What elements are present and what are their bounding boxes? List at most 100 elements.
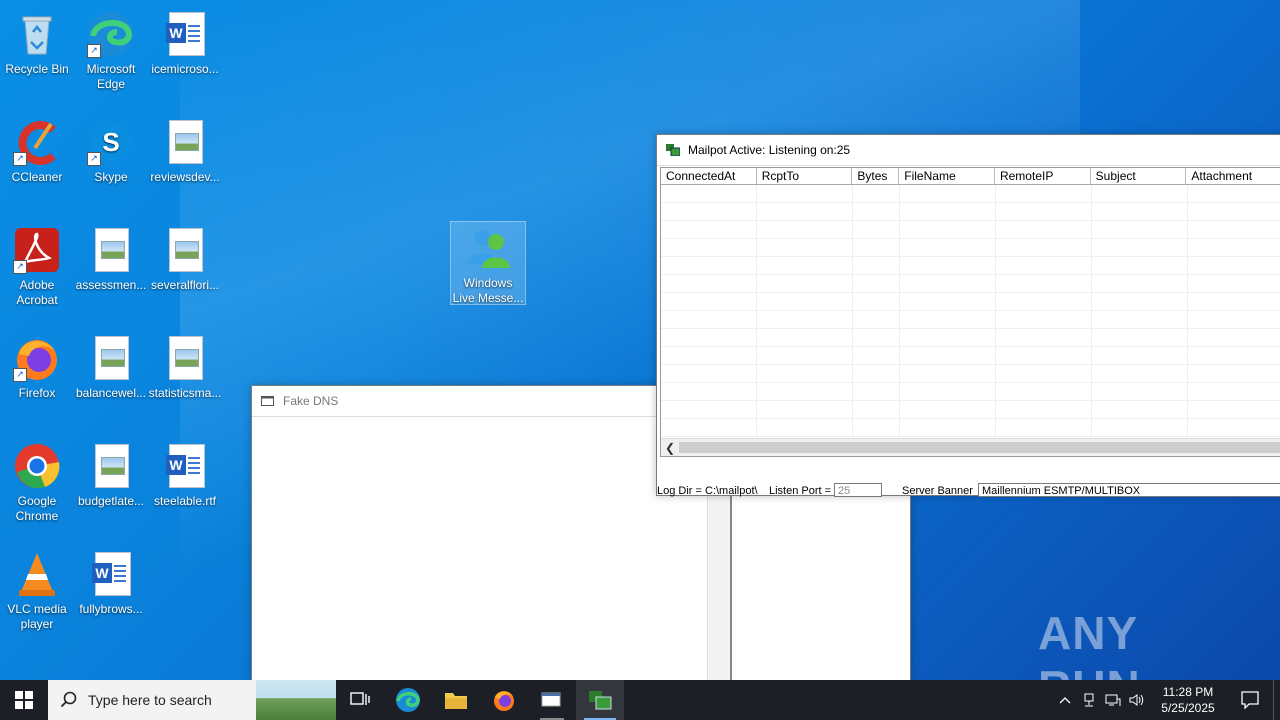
server-banner-label: Server Banner <box>902 485 973 497</box>
desktop-icon-vlc-media-player[interactable]: VLC media player <box>0 544 74 632</box>
fake-dns-divider <box>730 494 732 681</box>
shortcut-arrow-icon: ↗ <box>13 260 27 274</box>
firefox-icon <box>494 691 514 711</box>
desktop-icon-budgetlate[interactable]: budgetlate... <box>74 436 148 509</box>
image-file-icon <box>87 442 135 490</box>
icon-label: Microsoft Edge <box>86 62 136 91</box>
desktop-icon-severalflori[interactable]: severalflori... <box>148 220 222 293</box>
list-header: ConnectedAt RcptTo Bytes FileName Remote… <box>661 168 1280 185</box>
desktop-icon-steelable-rtf[interactable]: W steelable.rtf <box>148 436 222 509</box>
word-document-icon: W <box>161 442 209 490</box>
clock-date: 5/25/2025 <box>1161 701 1215 715</box>
shortcut-arrow-icon: ↗ <box>87 44 101 58</box>
image-file-icon <box>87 226 135 274</box>
listen-port-label: Listen Port = <box>769 485 832 497</box>
desktop-icon-fullybrows[interactable]: W fullybrows... <box>74 544 148 617</box>
acrobat-icon: ↗ <box>13 226 61 274</box>
taskbar-edge-button[interactable] <box>384 680 432 720</box>
fake-dns-scrollbar[interactable] <box>707 494 730 681</box>
icon-label: balancewel... <box>75 386 147 400</box>
scrollbar-thumb[interactable] <box>679 442 1280 453</box>
icon-label: reviewsdev... <box>150 170 220 184</box>
scroll-left-arrow-icon[interactable]: ❮ <box>665 441 675 455</box>
listen-port-input[interactable]: 25 <box>834 483 882 497</box>
mailpot-titlebar[interactable]: Mailpot Active: Listening on:25 <box>657 135 1280 166</box>
icon-label: statisticsma... <box>148 386 222 400</box>
search-highlight-image <box>256 680 336 720</box>
shortcut-arrow-icon: ↗ <box>13 368 27 382</box>
windows-logo-icon <box>15 691 33 709</box>
column-header-filename[interactable]: FileName <box>899 168 995 184</box>
shortcut-arrow-icon: ↗ <box>13 152 27 166</box>
desktop-icon-ccleaner[interactable]: ↗ CCleaner <box>0 112 74 185</box>
window-app-icon <box>261 396 274 406</box>
clock-time: 11:28 PM <box>1162 685 1214 699</box>
taskbar-file-explorer-button[interactable] <box>432 680 480 720</box>
edge-icon: ↗ <box>87 10 135 58</box>
image-file-icon <box>161 334 209 382</box>
icon-label: Skype <box>94 170 128 184</box>
window-app-icon <box>541 692 561 707</box>
show-hidden-icons-chevron-up-icon[interactable] <box>1053 680 1077 720</box>
column-header-connectedat[interactable]: ConnectedAt <box>661 168 757 184</box>
desktop-icon-icemicroso[interactable]: W icemicroso... <box>148 4 222 77</box>
horizontal-scrollbar[interactable]: ❮ <box>661 438 1280 456</box>
server-banner-input[interactable]: Maillennium ESMTP/MULTIBOX <box>978 483 1280 497</box>
column-header-remoteip[interactable]: RemoteIP <box>995 168 1091 184</box>
desktop-icon-reviewsdev[interactable]: reviewsdev... <box>148 112 222 185</box>
taskbar-mailpot-button[interactable] <box>576 680 624 720</box>
taskbar-fake-dns-button[interactable] <box>528 680 576 720</box>
icon-label: Firefox <box>18 386 56 400</box>
image-file-icon <box>161 226 209 274</box>
column-header-bytes[interactable]: Bytes <box>852 168 900 184</box>
messenger-icon <box>464 224 512 272</box>
icon-label: VLC media player <box>7 602 67 631</box>
taskbar-search-box[interactable]: Type here to search <box>48 680 336 720</box>
desktop-icon-balancewel[interactable]: balancewel... <box>74 328 148 401</box>
column-header-attachment[interactable]: Attachment <box>1186 168 1280 184</box>
show-desktop-button[interactable] <box>1273 680 1280 720</box>
icon-label: Adobe Acrobat <box>16 278 58 307</box>
start-button[interactable] <box>0 680 48 720</box>
column-header-rcptto[interactable]: RcptTo <box>757 168 853 184</box>
column-header-subject[interactable]: Subject <box>1091 168 1187 184</box>
mailpot-window[interactable]: Mailpot Active: Listening on:25 Connecte… <box>656 134 1280 497</box>
network-adapter-icon[interactable] <box>1077 680 1101 720</box>
desktop-icon-google-chrome[interactable]: Google Chrome <box>0 436 74 524</box>
network-icon[interactable] <box>1101 680 1125 720</box>
shortcut-arrow-icon: ↗ <box>87 152 101 166</box>
desktop-icon-recycle-bin[interactable]: Recycle Bin <box>0 4 74 77</box>
icon-label: severalflori... <box>150 278 220 292</box>
desktop-icon-windows-live-messenger[interactable]: Windows Live Messe... <box>450 221 526 305</box>
folder-icon <box>445 693 467 709</box>
icon-label: Recycle Bin <box>5 62 69 76</box>
mail-list-view[interactable]: ConnectedAt RcptTo Bytes FileName Remote… <box>660 167 1280 457</box>
taskbar: Type here to search 11:28 PM 5/25/2025 <box>0 680 1280 720</box>
action-center-button[interactable] <box>1227 680 1273 720</box>
icon-label: Windows Live Messe... <box>452 276 524 305</box>
mailpot-settings-bar: Log Dir = C:\mailpot\ Listen Port = 25 S… <box>657 483 1280 497</box>
image-file-icon <box>87 334 135 382</box>
ccleaner-icon: ↗ <box>13 118 61 166</box>
desktop-icon-adobe-acrobat[interactable]: ↗ Adobe Acrobat <box>0 220 74 308</box>
mailpot-title: Mailpot Active: Listening on:25 <box>688 143 851 157</box>
desktop-icon-skype[interactable]: S ↗ Skype <box>74 112 148 185</box>
desktop-icon-firefox[interactable]: ↗ Firefox <box>0 328 74 401</box>
word-document-icon: W <box>87 550 135 598</box>
firefox-icon: ↗ <box>13 334 61 382</box>
icon-label: fullybrows... <box>79 602 143 616</box>
search-icon <box>60 691 77 708</box>
volume-icon[interactable] <box>1125 680 1149 720</box>
system-tray: 11:28 PM 5/25/2025 <box>1053 680 1280 720</box>
skype-icon: S ↗ <box>87 118 135 166</box>
svg-text:S: S <box>102 127 119 157</box>
task-view-button[interactable] <box>336 680 384 720</box>
taskbar-clock[interactable]: 11:28 PM 5/25/2025 <box>1149 684 1227 716</box>
log-dir-label: Log Dir = C:\mailpot\ <box>657 485 758 497</box>
icon-label: icemicroso... <box>151 62 219 76</box>
desktop-icon-statisticsma[interactable]: statisticsma... <box>148 328 222 401</box>
desktop-icon-microsoft-edge[interactable]: ↗ Microsoft Edge <box>74 4 148 92</box>
taskbar-firefox-button[interactable] <box>480 680 528 720</box>
mailpot-app-icon <box>589 691 612 710</box>
desktop-icon-assessmen[interactable]: assessmen... <box>74 220 148 293</box>
